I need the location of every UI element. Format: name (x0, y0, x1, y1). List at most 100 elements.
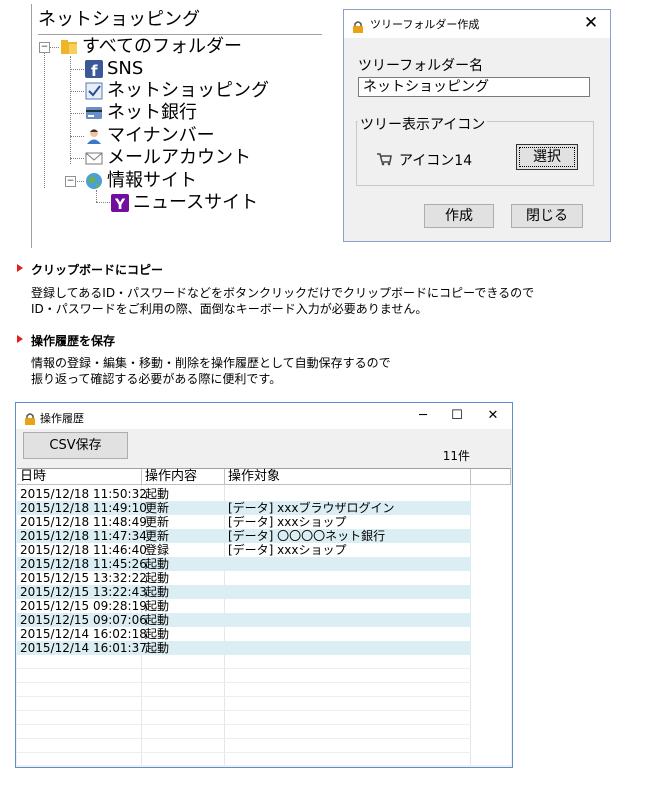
cell-target: [データ] xxxショップ (228, 515, 347, 529)
cell-datetime: 2015/12/18 11:50:32 (20, 487, 147, 501)
table-row[interactable]: 2015/12/18 11:50:32 起動 (17, 487, 471, 501)
feature-description: 登録してあるID・パスワードなどをボタンクリックだけでクリップボードにコピーでき… (31, 286, 535, 300)
history-title: 操作履歴 (40, 412, 84, 425)
cell-datetime: 2015/12/15 13:22:43 (20, 585, 147, 599)
table-row[interactable]: 2015/12/15 13:22:43 起動 (17, 585, 471, 599)
column-header-target[interactable]: 操作対象 (225, 469, 471, 485)
table-row[interactable]: 2015/12/18 11:46:40 登録 [データ] xxxショップ (17, 543, 471, 557)
tree-item-label: ニュースサイト (133, 192, 259, 213)
tree-item-sns[interactable]: f SNS (85, 58, 143, 80)
cell-datetime: 2015/12/15 13:32:22 (20, 571, 147, 585)
history-titlebar: 操作履歴 ─ ☐ ✕ (16, 403, 512, 429)
bullet-icon (17, 264, 23, 272)
cart-icon (376, 151, 392, 170)
cell-datetime: 2015/12/18 11:48:49 (20, 515, 147, 529)
cell-datetime: 2015/12/14 16:02:18 (20, 627, 147, 641)
tree-collapse-toggle[interactable]: − (65, 176, 76, 187)
close-button[interactable]: 閉じる (511, 204, 583, 228)
select-icon-button[interactable]: 選択 (516, 144, 578, 170)
grid-line (17, 738, 471, 739)
folder-icon (60, 38, 78, 56)
cell-target: [データ] xxxブラウザログイン (228, 501, 395, 515)
table-row[interactable]: 2015/12/18 11:45:26 起動 (17, 557, 471, 571)
dialog-titlebar: ツリーフォルダー作成 ✕ (344, 10, 610, 38)
dialog-title: ツリーフォルダー作成 (370, 18, 480, 31)
cell-datetime: 2015/12/14 16:01:37 (20, 641, 147, 655)
bullet-icon (17, 335, 23, 343)
feature-description: 情報の登録・編集・移動・削除を操作履歴として自動保存するので (31, 356, 391, 370)
feature-description: 振り返って確認する必要がある際に便利です。 (31, 372, 282, 386)
tree-root[interactable]: すべてのフォルダー (60, 36, 242, 58)
close-icon[interactable]: ✕ (582, 13, 600, 33)
tree-connector (70, 56, 71, 164)
tree-item-label: ネット銀行 (107, 102, 197, 123)
table-row[interactable]: 2015/12/14 16:01:37 起動 (17, 641, 471, 655)
tree-connector (70, 158, 84, 159)
tree-collapse-toggle[interactable]: − (39, 42, 50, 53)
cell-operation: 起動 (145, 613, 170, 627)
yahoo-icon: Y (111, 194, 129, 213)
facebook-icon: f (85, 60, 103, 80)
column-header-datetime[interactable]: 日時 (17, 469, 142, 485)
cell-operation: 起動 (145, 599, 170, 613)
close-icon[interactable]: ✕ (482, 406, 504, 426)
tree-item-bank[interactable]: ネット銀行 (85, 102, 197, 124)
tree-item-label: メールアカウント (107, 147, 251, 168)
tree-item-news[interactable]: Y ニュースサイト (111, 192, 258, 214)
create-button[interactable]: 作成 (424, 204, 494, 228)
table-row[interactable]: 2015/12/15 09:07:06 起動 (17, 613, 471, 627)
cell-datetime: 2015/12/18 11:46:40 (20, 543, 147, 557)
cell-operation: 更新 (145, 501, 170, 515)
cell-operation: 更新 (145, 529, 170, 543)
cell-operation: 起動 (145, 571, 170, 585)
tree-item-label: マイナンバー (107, 125, 215, 146)
tree-connector (70, 69, 84, 70)
grid-line (17, 766, 471, 767)
tree-connector (44, 52, 45, 188)
tree-connector (49, 47, 59, 48)
grid-line (17, 724, 471, 725)
credit-card-icon (85, 104, 103, 122)
grid-line (17, 710, 471, 711)
table-row[interactable]: 2015/12/18 11:49:10 更新 [データ] xxxブラウザログイン (17, 501, 471, 515)
grid-line (17, 752, 471, 753)
table-row[interactable]: 2015/12/15 13:32:22 起動 (17, 571, 471, 585)
maximize-icon[interactable]: ☐ (446, 406, 468, 426)
tree-connector (75, 181, 84, 182)
cell-operation: 起動 (145, 487, 170, 501)
tree-connector (96, 202, 110, 203)
table-row[interactable]: 2015/12/18 11:47:34 更新 [データ] 〇〇〇〇ネット銀行 (17, 529, 471, 543)
app-lock-icon (24, 410, 36, 425)
cell-target: [データ] xxxショップ (228, 543, 347, 557)
table-row[interactable]: 2015/12/14 16:02:18 起動 (17, 627, 471, 641)
tree-item-shopping[interactable]: ネットショッピング (85, 80, 269, 102)
tree-item-label: ネットショッピング (107, 80, 269, 101)
selected-icon-label: アイコン14 (399, 153, 473, 169)
csv-save-button[interactable]: CSV保存 (23, 432, 128, 459)
tree-connector (70, 113, 84, 114)
tree-item-mail[interactable]: メールアカウント (85, 147, 251, 169)
checklist-icon (85, 82, 103, 100)
history-table[interactable]: 日時 操作内容 操作対象 2015/12/18 11:50:32 起動 2015/1… (17, 468, 511, 767)
column-header-filler (471, 469, 511, 485)
column-header-operation[interactable]: 操作内容 (142, 469, 225, 485)
record-count: 11件 (442, 449, 470, 463)
grid-line (17, 682, 471, 683)
tree-connector (70, 136, 84, 137)
svg-text:Y: Y (114, 197, 126, 212)
cell-datetime: 2015/12/18 11:49:10 (20, 501, 147, 515)
grid-line (17, 696, 471, 697)
minimize-icon[interactable]: ─ (412, 406, 434, 426)
tree-item-mynumber[interactable]: マイナンバー (85, 125, 215, 147)
cell-target: [データ] 〇〇〇〇ネット銀行 (228, 529, 386, 543)
folder-name-input[interactable] (358, 77, 590, 97)
cell-operation: 起動 (145, 627, 170, 641)
folder-name-label: ツリーフォルダー名 (358, 58, 484, 74)
table-row[interactable]: 2015/12/15 09:28:19 起動 (17, 599, 471, 613)
icon-group-label: ツリー表示アイコン (358, 114, 488, 134)
tree-root-label: すべてのフォルダー (82, 36, 243, 57)
feature-description: ID・パスワードをご利用の際、面倒なキーボード入力が必要ありません。 (31, 302, 428, 316)
table-row[interactable]: 2015/12/18 11:48:49 更新 [データ] xxxショップ (17, 515, 471, 529)
tree-item-info[interactable]: 情報サイト (85, 170, 197, 192)
feature-heading: 操作履歴を保存 (31, 334, 116, 348)
